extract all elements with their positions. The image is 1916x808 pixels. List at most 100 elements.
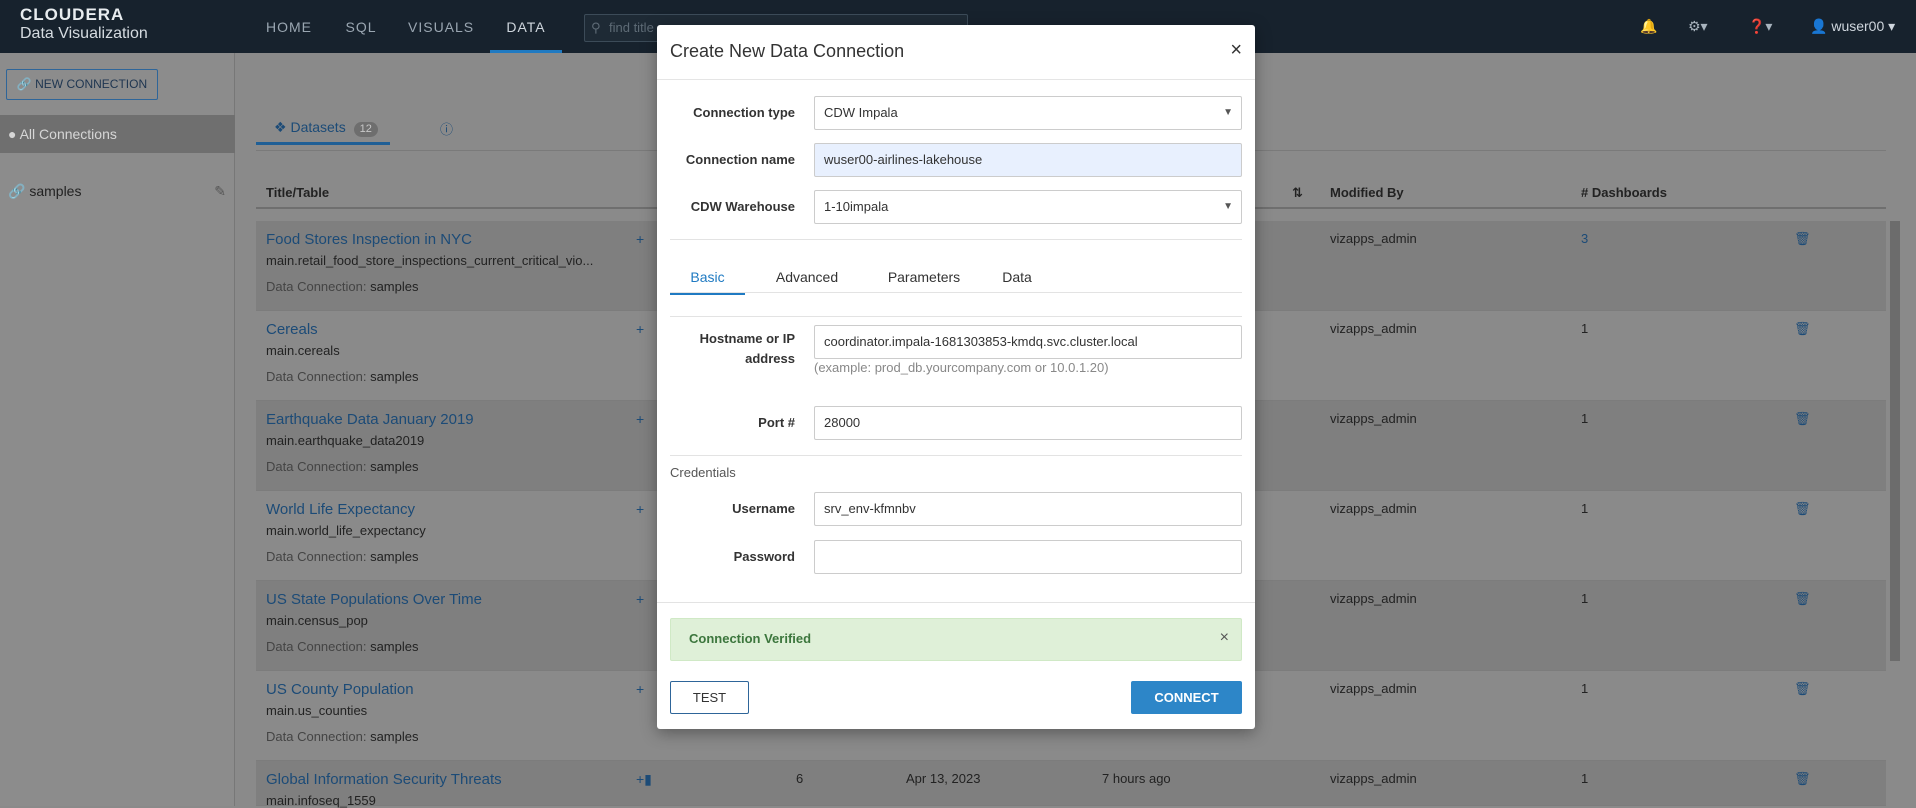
tab-datasets-label: Datasets (290, 119, 346, 135)
hostname-input[interactable]: coordinator.impala-1681303853-kmdq.svc.c… (814, 325, 1242, 359)
column-title[interactable]: Title/Table (266, 185, 329, 200)
user-name: wuser00 (1831, 18, 1885, 34)
updated-time: 7 hours ago (1102, 771, 1171, 786)
close-icon[interactable]: × (1230, 39, 1242, 62)
dataset-table: main.world_life_expectancy (266, 523, 426, 538)
dc-label: Data Connection: (266, 549, 367, 564)
bell-icon[interactable]: 🔔 (1640, 18, 1657, 35)
warehouse-row: CDW Warehouse 1-10impala ▼ (670, 190, 1242, 224)
brand-name: CLOUDERA (20, 5, 125, 24)
divider (657, 602, 1255, 603)
hostname-label-line2: address (745, 351, 795, 366)
dataset-title[interactable]: US County Population (266, 681, 414, 698)
data-connection: Data Connection: samples (266, 729, 419, 744)
dataset-title[interactable]: World Life Expectancy (266, 501, 415, 518)
connection-type-row: Connection type CDW Impala ▼ (670, 96, 1242, 130)
add-icon[interactable]: +▮ (636, 771, 652, 788)
datasets-count-badge: 12 (353, 122, 378, 137)
connect-button[interactable]: CONNECT (1131, 681, 1242, 714)
dashboards-count[interactable]: 3 (1581, 231, 1588, 246)
help-icon[interactable]: ❓▾ (1748, 18, 1772, 35)
trash-icon[interactable]: 🗑 (1794, 321, 1811, 337)
trash-icon[interactable]: 🗑 (1794, 501, 1811, 517)
search-icon: ⚲ (591, 20, 601, 35)
data-connection: Data Connection: samples (266, 369, 419, 384)
connection-type-select[interactable]: CDW Impala ▼ (814, 96, 1242, 130)
close-icon[interactable]: × (1220, 629, 1229, 647)
trash-icon[interactable]: 🗑 (1794, 411, 1811, 427)
caret-down-icon: ▼ (1223, 107, 1233, 118)
nav-sql[interactable]: SQL (340, 0, 382, 53)
dc-label: Data Connection: (266, 729, 367, 744)
trash-icon[interactable]: 🗑 (1794, 771, 1811, 787)
column-modified-by[interactable]: Modified By (1330, 185, 1404, 200)
trash-icon[interactable]: 🗑 (1794, 591, 1811, 607)
credentials-heading: Credentials (670, 465, 736, 480)
alert-text: Connection Verified (689, 631, 812, 646)
add-icon[interactable]: + (636, 591, 644, 607)
dataset-title[interactable]: US State Populations Over Time (266, 591, 482, 608)
dataset-title[interactable]: Global Information Security Threats (266, 771, 502, 788)
test-button[interactable]: TEST (670, 681, 749, 714)
column-dashboards[interactable]: # Dashboards (1581, 185, 1667, 200)
tab-datasets[interactable]: ❖ Datasets 12 (256, 115, 390, 145)
port-label: Port # (758, 415, 795, 430)
tab-basic[interactable]: Basic (670, 260, 745, 295)
dataset-title[interactable]: Earthquake Data January 2019 (266, 411, 474, 428)
add-icon[interactable]: + (636, 321, 644, 337)
trash-icon[interactable]: 🗑 (1794, 681, 1811, 697)
dataset-count: 6 (796, 771, 804, 786)
dataset-table: main.retail_food_store_inspections_curre… (266, 253, 594, 268)
gear-icon[interactable]: ⚙▾ (1688, 18, 1708, 35)
dc-value: samples (370, 639, 419, 654)
dataset-table: main.us_counties (266, 703, 368, 718)
add-icon[interactable]: + (636, 501, 644, 517)
help-circle-icon[interactable]: ⓘ (440, 119, 453, 138)
sidebar-item-all-connections[interactable]: ● All Connections (0, 115, 235, 153)
username-input[interactable]: srv_env-kfmnbv (814, 492, 1242, 526)
brand-logo[interactable]: CLOUDERA Data Visualization (20, 5, 148, 42)
connection-name-input[interactable]: wuser00-airlines-lakehouse (814, 143, 1242, 177)
scrollbar[interactable] (1890, 221, 1900, 661)
dialog-title: Create New Data Connection (670, 41, 905, 61)
dc-value: samples (370, 369, 419, 384)
connection-name-row: Connection name wuser00-airlines-lakehou… (670, 143, 1242, 177)
dataset-title[interactable]: Cereals (266, 321, 318, 338)
caret-down-icon: ▼ (1223, 201, 1233, 212)
link-icon: 🔗 (8, 183, 26, 199)
nav-data[interactable]: DATA (490, 0, 562, 53)
dataset-table: main.census_pop (266, 613, 368, 628)
port-row: Port # 28000 (670, 406, 1242, 440)
nav-home[interactable]: HOME (262, 0, 316, 53)
sidebar-item-samples[interactable]: 🔗 samples ✎ (8, 183, 226, 200)
port-input[interactable]: 28000 (814, 406, 1242, 440)
dc-value: samples (370, 279, 419, 294)
divider (670, 455, 1242, 456)
warehouse-select[interactable]: 1-10impala ▼ (814, 190, 1242, 224)
add-icon[interactable]: + (636, 681, 644, 697)
dashboards-count: 1 (1581, 501, 1589, 516)
tab-parameters[interactable]: Parameters (869, 260, 979, 295)
success-alert: Connection Verified × (670, 618, 1242, 661)
modified-by: vizapps_admin (1330, 591, 1417, 606)
nav-visuals[interactable]: VISUALS (408, 0, 474, 53)
new-connection-button[interactable]: 🔗 NEW CONNECTION (6, 69, 158, 100)
tab-advanced[interactable]: Advanced (757, 260, 857, 295)
user-menu[interactable]: 👤 wuser00 ▾ (1810, 18, 1895, 35)
add-icon[interactable]: + (636, 411, 644, 427)
sort-icon[interactable]: ⇅ (1292, 185, 1303, 201)
edit-icon[interactable]: ✎ (214, 183, 226, 200)
dataset-title[interactable]: Food Stores Inspection in NYC (266, 231, 472, 248)
tab-data[interactable]: Data (987, 260, 1047, 295)
dashboards-count: 1 (1581, 681, 1589, 696)
trash-icon[interactable]: 🗑 (1794, 231, 1811, 247)
hostname-hint: (example: prod_db.yourcompany.com or 10.… (814, 360, 1109, 375)
password-input[interactable] (814, 540, 1242, 574)
dataset-table: main.earthquake_data2019 (266, 433, 425, 448)
sidebar: 🔗 NEW CONNECTION ● All Connections 🔗 sam… (0, 53, 235, 806)
search-placeholder: find title (609, 20, 654, 35)
add-icon[interactable]: + (636, 231, 644, 247)
datasets-icon: ❖ (274, 119, 287, 135)
create-connection-dialog: Create New Data Connection × Connection … (657, 25, 1255, 729)
dc-value: samples (370, 549, 419, 564)
